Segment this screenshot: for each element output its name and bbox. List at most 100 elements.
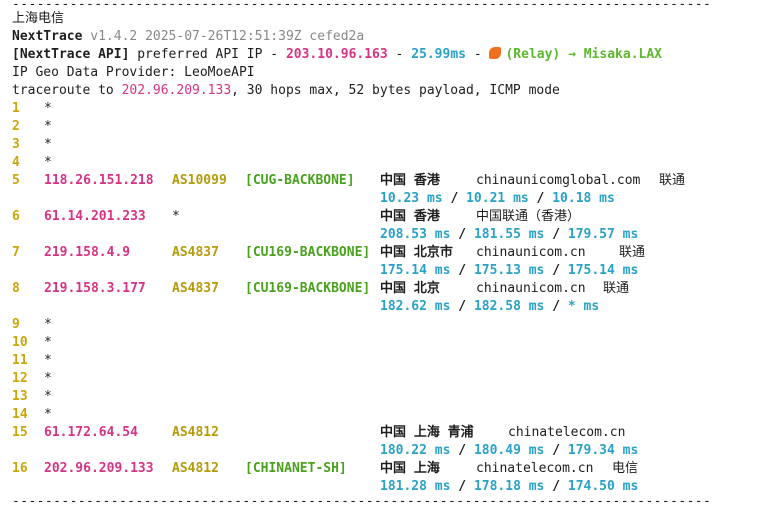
hop-number: 9 [12, 317, 20, 332]
hop-row: 16 202.96.209.133 AS4812 [CHINANET-SH] 中国 上海… [0, 460, 778, 478]
hop-number: 16 [12, 461, 28, 476]
rtt-value: * ms [567, 299, 600, 314]
rtt-separator: / [450, 443, 474, 458]
hop-row: 6 61.14.201.233 * 中国 香港 中国联通（香港） [0, 208, 778, 226]
rtt-separator: / [544, 443, 568, 458]
api-relay: (Relay) → Misaka.LAX [505, 47, 663, 62]
rtt-separator: / [544, 227, 568, 242]
hop-asn: AS10099 [172, 173, 227, 188]
traceroute-prefix: traceroute to [12, 83, 114, 98]
hop-ip: 61.14.201.233 [44, 209, 146, 224]
rtt-value: 181.55 ms [473, 227, 545, 242]
hop-rtt: 182.62 ms / 182.58 ms / * ms [380, 298, 599, 316]
hop-host: chinatelecom.cn [476, 461, 594, 476]
rtt-separator: / [544, 263, 568, 278]
hop-geo: 中国 北京市 [380, 245, 453, 260]
api-dash: - [395, 47, 404, 62]
hop-row: 10 * [0, 334, 778, 352]
api-text: preferred API IP - [137, 47, 279, 62]
rtt-value: 10.18 ms [552, 191, 615, 206]
rtt-value: 182.62 ms [380, 299, 451, 314]
hop-host: chinaunicomglobal.com [476, 173, 641, 188]
hop-number: 10 [12, 335, 28, 350]
hop-asn: AS4837 [172, 245, 219, 260]
hop-host: 中国联通（香港） [476, 209, 581, 224]
hop-timeout: * [44, 101, 52, 116]
hop-host: chinatelecom.cn [508, 425, 626, 440]
hop-number: 6 [12, 209, 20, 224]
hop-row: 7 219.158.4.9 AS4837 [CU169-BACKBONE] 中国 北京市… [0, 244, 778, 262]
hop-number: 13 [12, 389, 28, 404]
rtt-separator: / [528, 191, 553, 206]
hop-backbone-tag: [CHINANET-SH] [245, 461, 347, 476]
hop-row: 2 * [0, 118, 778, 136]
hop-row: 9 * [0, 316, 778, 334]
rtt-separator: / [442, 191, 467, 206]
hop-number: 15 [12, 425, 28, 440]
hop-geo: 中国 香港 [380, 173, 440, 188]
hop-row: 15 61.172.64.54 AS4812 中国 上海 青浦 chinatelecom… [0, 424, 778, 442]
hop-number: 3 [12, 137, 20, 152]
hop-number: 8 [12, 281, 20, 296]
rtt-separator: / [544, 299, 568, 314]
hop-rtt: 208.53 ms / 181.55 ms / 179.57 ms [380, 226, 638, 244]
hop-number: 1 [12, 101, 20, 116]
api-latency: 25.99ms [411, 47, 466, 62]
hop-row: 4 * [0, 154, 778, 172]
api-ip: 203.10.96.163 [285, 47, 388, 62]
hop-host: chinaunicom.cn [476, 281, 586, 296]
hop-number: 2 [12, 119, 20, 134]
hop-asn: * [172, 209, 180, 224]
traceroute-suffix: , 30 hops max, 52 bytes payload, ICMP mo… [231, 83, 560, 98]
hop-rtt: 10.23 ms / 10.21 ms / 10.18 ms [380, 190, 615, 208]
rtt-separator: / [450, 479, 474, 494]
hop-rtt-row: 180.22 ms / 180.49 ms / 179.34 ms [0, 442, 778, 460]
hop-timeout: * [44, 317, 52, 332]
hop-ip: 202.96.209.133 [44, 461, 154, 476]
traceroute-line: traceroute to 202.96.209.133, 30 hops ma… [12, 82, 560, 100]
hop-rtt-row: 175.14 ms / 175.13 ms / 175.14 ms [0, 262, 778, 280]
fish-icon [489, 47, 502, 59]
hop-rtt-row: 208.53 ms / 181.55 ms / 179.57 ms [0, 226, 778, 244]
api-line: [NextTrace API] preferred API IP - 203.1… [12, 46, 662, 64]
rtt-separator: / [544, 479, 568, 494]
rtt-value: 208.53 ms [380, 227, 451, 242]
version-line: NextTrace v1.4.2 2025-07-26T12:51:39Z ce… [12, 28, 364, 46]
rtt-separator: / [450, 299, 474, 314]
hop-ip: 219.158.4.9 [44, 245, 131, 260]
hop-isp: 电信 [612, 461, 639, 476]
hop-number: 5 [12, 173, 20, 188]
hop-timeout: * [44, 389, 52, 404]
hop-asn: AS4837 [172, 281, 219, 296]
rtt-value: 180.49 ms [473, 443, 545, 458]
rtt-value: 179.34 ms [567, 443, 639, 458]
hop-geo: 中国 香港 [380, 209, 440, 224]
rtt-value: 10.23 ms [380, 191, 443, 206]
hop-number: 11 [12, 353, 28, 368]
hop-rtt-row: 10.23 ms / 10.21 ms / 10.18 ms [0, 190, 778, 208]
api-dash-2: - [473, 47, 482, 62]
rtt-value: 175.14 ms [567, 263, 639, 278]
hop-timeout: * [44, 407, 52, 422]
hop-geo: 中国 上海 青浦 [380, 425, 474, 440]
rtt-value: 179.57 ms [567, 227, 639, 242]
hop-timeout: * [44, 353, 52, 368]
hop-row: 8 219.158.3.177 AS4837 [CU169-BACKBONE] 中国 北… [0, 280, 778, 298]
hop-asn: AS4812 [172, 425, 219, 440]
hop-isp: 联通 [659, 173, 686, 188]
geo-provider: IP Geo Data Provider: LeoMoeAPI [12, 65, 255, 80]
hop-host: chinaunicom.cn [476, 245, 586, 260]
hop-number: 12 [12, 371, 28, 386]
rtt-value: 182.58 ms [473, 299, 545, 314]
hop-geo: 中国 上海 [380, 461, 440, 476]
hop-row: 1 * [0, 100, 778, 118]
hop-row: 14 * [0, 406, 778, 424]
hop-ip: 219.158.3.177 [44, 281, 146, 296]
hop-row: 12 * [0, 370, 778, 388]
hop-backbone-tag: [CU169-BACKBONE] [245, 281, 371, 296]
isp-label: 上海电信 [12, 11, 65, 26]
hop-rtt: 175.14 ms / 175.13 ms / 175.14 ms [380, 262, 638, 280]
hop-row: 13 * [0, 388, 778, 406]
hop-timeout: * [44, 155, 52, 170]
hop-row: 5 118.26.151.218 AS10099 [CUG-BACKBONE] 中国 香… [0, 172, 778, 190]
